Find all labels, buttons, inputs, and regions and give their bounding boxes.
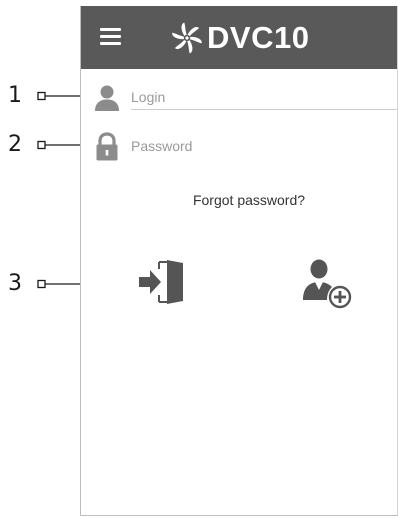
password-input[interactable] [131, 136, 397, 156]
login-underline [131, 109, 397, 110]
figure-canvas: 1 2 3 DVC10 Login Forgot password? [0, 0, 399, 518]
login-input[interactable] [131, 87, 397, 107]
lock-icon [96, 132, 118, 161]
login-field [93, 83, 397, 113]
sign-in-icon [139, 260, 183, 304]
forgot-password-link[interactable]: Forgot password? [81, 192, 399, 208]
app-header: DVC10 [81, 6, 397, 69]
app-screen: DVC10 Forgot password? [80, 6, 398, 516]
password-underline [131, 158, 397, 159]
fan-icon [172, 22, 202, 54]
app-logo: DVC10 [171, 18, 309, 58]
app-title: DVC10 [207, 20, 310, 55]
hamburger-menu-icon[interactable] [100, 28, 121, 46]
sign-in-button[interactable] [137, 258, 187, 306]
password-field [93, 132, 397, 162]
add-user-icon [303, 259, 352, 309]
add-user-button[interactable] [301, 256, 355, 310]
user-icon [95, 85, 119, 111]
